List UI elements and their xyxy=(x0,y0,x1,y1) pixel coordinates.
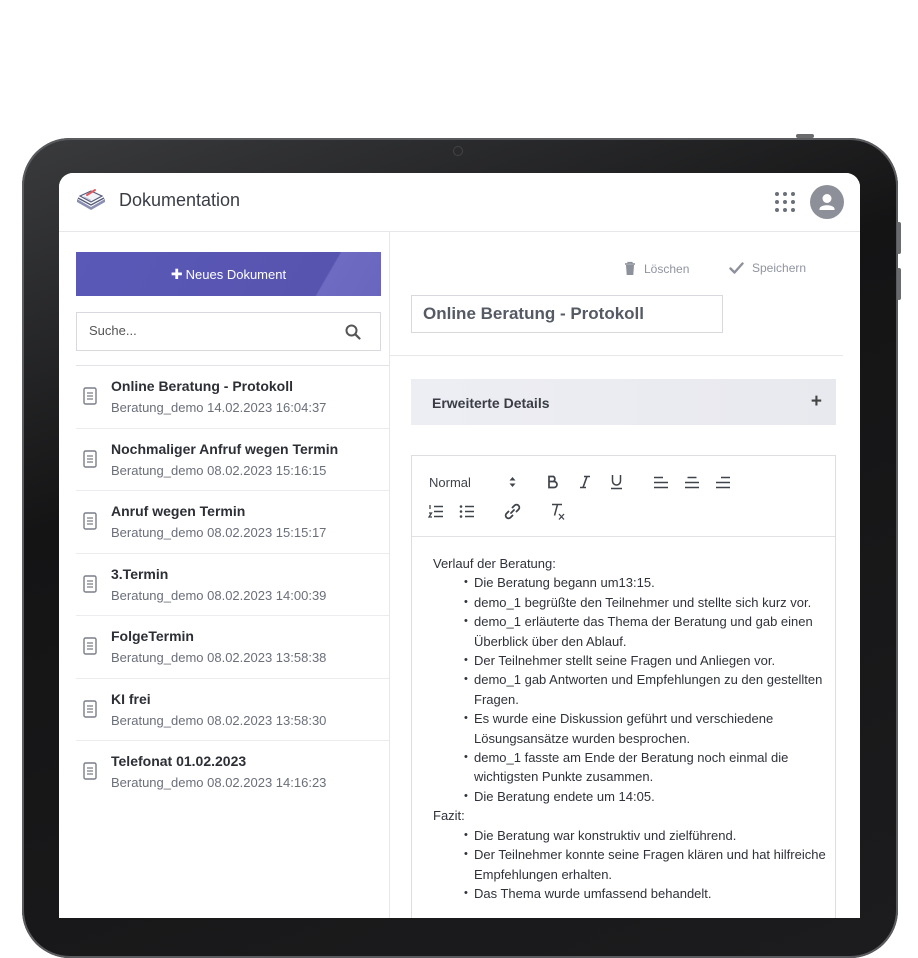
delete-button[interactable]: Löschen xyxy=(624,261,689,276)
document-icon xyxy=(83,699,97,718)
list-item: demo_1 gab Antworten und Empfehlungen zu… xyxy=(433,670,828,709)
app-title: Dokumentation xyxy=(119,190,241,210)
list-item: Es wurde eine Diskussion geführt und ver… xyxy=(433,709,828,748)
app-header: Dokumentation xyxy=(59,173,860,232)
list-item[interactable]: Online Beratung - Protokoll Beratung_dem… xyxy=(76,365,389,428)
list-item: demo_1 erläuterte das Thema der Beratung… xyxy=(433,612,828,651)
extended-details-accordion[interactable]: Erweiterte Details + xyxy=(411,379,836,425)
clear-format-icon[interactable] xyxy=(549,503,566,521)
document-title: 3.Termin xyxy=(111,565,169,582)
bold-icon[interactable] xyxy=(547,475,559,489)
list-item: Die Beratung war konstruktiv und zielfüh… xyxy=(433,826,828,846)
document-title: KI frei xyxy=(111,690,151,707)
volume-button xyxy=(796,134,814,138)
list-item: Der Teilnehmer konnte seine Fragen kläre… xyxy=(433,845,828,884)
link-icon[interactable] xyxy=(504,503,521,520)
save-label: Speichern xyxy=(752,261,807,275)
list-item[interactable]: 3.Termin Beratung_demo 08.02.2023 14:00:… xyxy=(76,552,389,616)
align-left-icon[interactable] xyxy=(653,476,669,489)
underline-icon[interactable] xyxy=(610,474,623,490)
extended-details-label: Erweiterte Details xyxy=(432,395,550,411)
section-heading: Verlauf der Beratung: xyxy=(433,556,556,571)
document-subtitle: Beratung_demo 08.02.2023 15:16:15 xyxy=(111,462,327,478)
document-editor-panel: Löschen Speichern Erweiterte Details + N… xyxy=(390,231,860,918)
document-subtitle: Beratung_demo 08.02.2023 15:15:17 xyxy=(111,525,327,540)
document-icon xyxy=(83,574,97,593)
document-title-input[interactable] xyxy=(411,295,723,333)
select-arrows-icon[interactable] xyxy=(508,475,517,489)
document-title: Online Beratung - Protokoll xyxy=(111,378,294,394)
plus-icon: ✚ xyxy=(170,265,183,282)
ordered-list-icon[interactable] xyxy=(428,504,444,519)
document-title: Nochmaliger Anfruf wegen Termin xyxy=(111,440,339,457)
search-box xyxy=(76,312,381,351)
list-item[interactable]: Nochmaliger Anfruf wegen Termin Beratung… xyxy=(76,427,389,491)
list-item[interactable]: Telefonat 01.02.2023 Beratung_demo 08.02… xyxy=(76,740,389,803)
trash-icon xyxy=(625,261,635,275)
camera-icon xyxy=(453,146,463,156)
user-avatar-icon xyxy=(819,194,835,210)
new-document-label: Neues Dokument xyxy=(185,266,287,282)
editor-toolbar: Normal xyxy=(412,456,835,537)
section-heading: Fazit: xyxy=(433,808,465,824)
notebook-logo-icon xyxy=(77,189,105,210)
list-item: demo_1 fasste am Ende der Beratung noch … xyxy=(433,748,828,787)
expand-plus-icon[interactable]: + xyxy=(811,391,822,413)
document-icon xyxy=(83,387,97,405)
checkmark-icon xyxy=(729,261,744,274)
list-item: Die Beratung begann um13:15. xyxy=(433,573,828,593)
document-subtitle: Beratung_demo 08.02.2023 13:58:38 xyxy=(111,650,327,665)
document-subtitle: Beratung_demo 08.02.2023 14:00:39 xyxy=(111,587,327,603)
list-item[interactable]: KI frei Beratung_demo 08.02.2023 13:58:3… xyxy=(76,677,389,741)
italic-icon[interactable] xyxy=(579,475,591,489)
document-title: FolgeTermin xyxy=(111,628,194,644)
avatar[interactable] xyxy=(810,185,844,219)
new-document-button[interactable]: ✚ Neues Dokument xyxy=(76,252,381,296)
document-subtitle: Beratung_demo 08.02.2023 14:16:23 xyxy=(111,775,327,790)
document-icon xyxy=(83,512,97,530)
list-item[interactable]: Anruf wegen Termin Beratung_demo 08.02.2… xyxy=(76,490,389,553)
align-right-icon[interactable] xyxy=(715,476,731,489)
text-style-select[interactable]: Normal xyxy=(429,475,471,490)
side-button xyxy=(897,222,901,254)
app-screen: Dokumentation ✚ Neues Dokument Suche... … xyxy=(59,173,860,918)
save-button[interactable]: Speichern xyxy=(729,261,806,275)
bullet-list: Die Beratung begann um13:15. demo_1 begr… xyxy=(433,573,828,806)
list-item: Die Beratung endete um 14:05. xyxy=(433,787,828,807)
align-center-icon[interactable] xyxy=(684,476,700,489)
document-subtitle: Beratung_demo 08.02.2023 13:58:30 xyxy=(111,712,327,728)
list-item: Das Thema wurde umfassend behandelt. xyxy=(433,884,828,904)
list-item[interactable]: FolgeTermin Beratung_demo 08.02.2023 13:… xyxy=(76,615,389,678)
document-list: Online Beratung - Protokoll Beratung_dem… xyxy=(76,365,389,803)
bullet-list: Die Beratung war konstruktiv und zielfüh… xyxy=(433,826,828,904)
grid-apps-icon[interactable] xyxy=(775,192,795,212)
rich-text-editor: Normal Verlauf der Beratung: • Die Berat… xyxy=(411,455,836,918)
editor-content[interactable]: Verlauf der Beratung: Die Beratung began… xyxy=(433,554,828,904)
document-icon xyxy=(83,762,97,780)
document-title: Anruf wegen Termin xyxy=(111,503,246,519)
delete-label: Löschen xyxy=(644,261,690,276)
list-item: Der Teilnehmer stellt seine Fragen und A… xyxy=(433,651,828,671)
side-button xyxy=(897,268,901,300)
document-icon xyxy=(83,449,97,468)
document-subtitle: Beratung_demo 14.02.2023 16:04:37 xyxy=(111,400,327,415)
divider xyxy=(390,355,843,356)
search-icon[interactable] xyxy=(345,324,361,340)
document-icon xyxy=(83,637,97,655)
bullet-list-icon[interactable] xyxy=(459,504,475,519)
search-input[interactable] xyxy=(87,322,331,339)
document-sidebar: ✚ Neues Dokument Online Beratung - Proto… xyxy=(59,231,390,918)
list-item: demo_1 begrüßte den Teilnehmer und stell… xyxy=(433,593,828,613)
document-title: Telefonat 01.02.2023 xyxy=(111,753,247,769)
